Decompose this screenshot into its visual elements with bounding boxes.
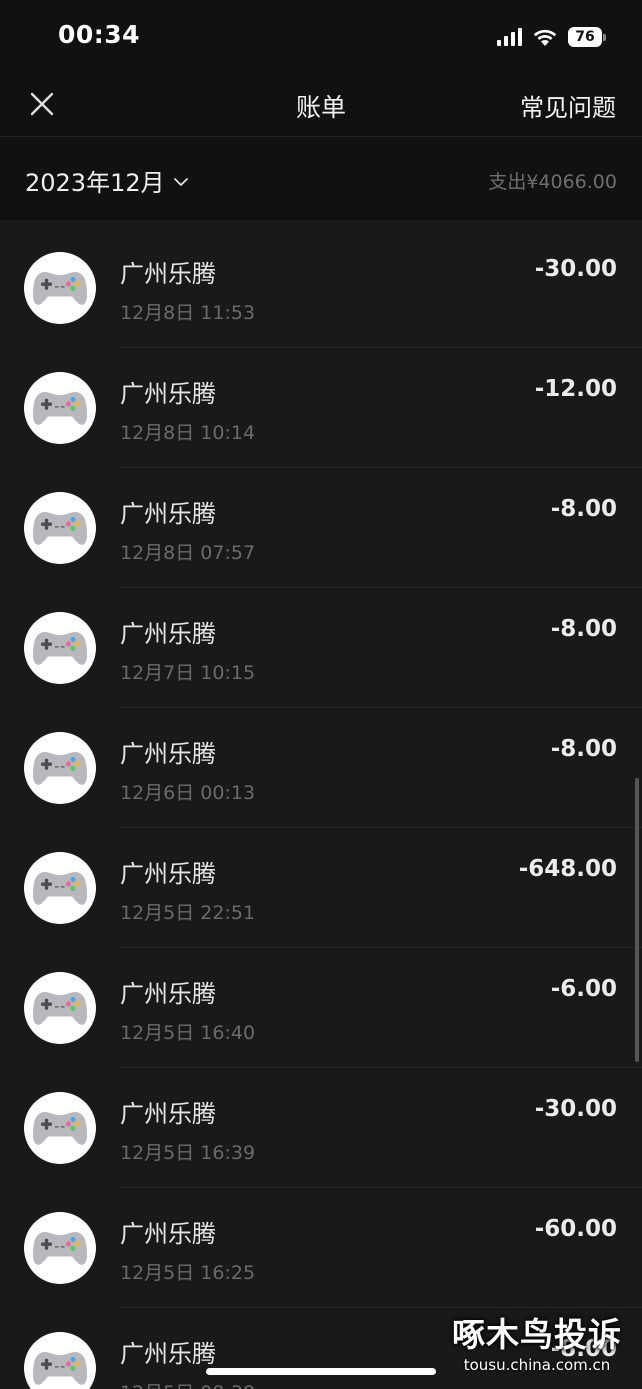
transaction-row[interactable]: 广州乐腾 12月5日 16:25 -60.00 bbox=[0, 1188, 642, 1308]
transaction-amount: -648.00 bbox=[518, 856, 617, 882]
gamepad-icon bbox=[32, 992, 88, 1025]
gamepad-icon bbox=[32, 512, 88, 545]
transaction-row[interactable]: 广州乐腾 12月6日 00:13 -8.00 bbox=[0, 708, 642, 828]
merchant-name: 广州乐腾 bbox=[120, 1220, 216, 1248]
transaction-amount: -6.00 bbox=[550, 976, 617, 1002]
month-bar: 2023年12月 支出¥4066.00 bbox=[0, 137, 642, 220]
gamepad-icon bbox=[32, 272, 88, 305]
transaction-row[interactable]: 广州乐腾 12月8日 07:57 -8.00 bbox=[0, 468, 642, 588]
status-icons: 76 bbox=[497, 24, 606, 50]
nav-bar: 账单 常见问题 bbox=[0, 72, 642, 137]
gamepad-icon bbox=[32, 752, 88, 785]
merchant-name: 广州乐腾 bbox=[120, 1340, 216, 1368]
scroll-indicator[interactable] bbox=[635, 778, 639, 1062]
merchant-name: 广州乐腾 bbox=[120, 620, 216, 648]
transaction-amount: -30.00 bbox=[534, 1096, 617, 1122]
transaction-datetime: 12月7日 10:15 bbox=[120, 662, 256, 684]
transaction-datetime: 12月5日 16:40 bbox=[120, 1022, 256, 1044]
cellular-signal-icon bbox=[497, 28, 522, 46]
transaction-row[interactable]: 广州乐腾 12月8日 10:14 -12.00 bbox=[0, 348, 642, 468]
merchant-avatar bbox=[24, 612, 96, 684]
merchant-avatar bbox=[24, 372, 96, 444]
chevron-down-icon bbox=[173, 177, 188, 186]
month-picker[interactable]: 2023年12月 bbox=[25, 163, 189, 198]
transaction-row[interactable]: 广州乐腾 12月5日 16:39 -30.00 bbox=[0, 1068, 642, 1188]
transaction-datetime: 12月5日 16:39 bbox=[120, 1142, 256, 1164]
transaction-row[interactable]: 广州乐腾 12月5日 22:51 -648.00 bbox=[0, 828, 642, 948]
transaction-datetime: 12月8日 10:14 bbox=[120, 422, 256, 444]
transaction-datetime: 12月8日 11:53 bbox=[120, 302, 256, 324]
transaction-amount: -30.00 bbox=[534, 256, 617, 282]
gamepad-icon bbox=[32, 1112, 88, 1145]
status-time: 00:34 bbox=[58, 20, 141, 49]
transaction-amount: -12.00 bbox=[534, 376, 617, 402]
gamepad-icon bbox=[32, 392, 88, 425]
transaction-datetime: 12月8日 07:57 bbox=[120, 542, 256, 564]
watermark-url: tousu.china.com.cn bbox=[463, 1356, 611, 1374]
merchant-avatar bbox=[24, 972, 96, 1044]
transaction-amount: -60.00 bbox=[534, 1216, 617, 1242]
gamepad-icon bbox=[32, 872, 88, 905]
transaction-amount: -8.00 bbox=[550, 496, 617, 522]
transaction-datetime: 12月5日 16:25 bbox=[120, 1262, 256, 1284]
merchant-avatar bbox=[24, 852, 96, 924]
transaction-datetime: 12月5日 22:51 bbox=[120, 902, 256, 924]
transaction-amount: -8.00 bbox=[550, 616, 617, 642]
gamepad-icon bbox=[32, 632, 88, 665]
merchant-avatar bbox=[24, 732, 96, 804]
month-label: 2023年12月 bbox=[25, 169, 165, 197]
merchant-avatar bbox=[24, 252, 96, 324]
transaction-row[interactable]: 广州乐腾 12月8日 11:53 -30.00 bbox=[0, 228, 642, 348]
merchant-avatar bbox=[24, 1212, 96, 1284]
watermark-title: 啄木鸟投诉 bbox=[452, 1315, 622, 1354]
gamepad-icon bbox=[32, 1232, 88, 1265]
merchant-avatar bbox=[24, 1092, 96, 1164]
merchant-name: 广州乐腾 bbox=[120, 980, 216, 1008]
merchant-avatar bbox=[24, 1332, 96, 1389]
merchant-name: 广州乐腾 bbox=[120, 380, 216, 408]
merchant-avatar bbox=[24, 492, 96, 564]
wifi-icon bbox=[533, 29, 557, 46]
spend-summary: 支出¥4066.00 bbox=[488, 171, 617, 193]
transaction-list[interactable]: 广州乐腾 12月8日 11:53 -30.00 广州乐腾 12月8日 10:14… bbox=[0, 228, 642, 1389]
merchant-name: 广州乐腾 bbox=[120, 260, 216, 288]
battery-level: 76 bbox=[575, 29, 595, 45]
transaction-datetime: 12月5日 08:38 bbox=[120, 1378, 255, 1389]
merchant-name: 广州乐腾 bbox=[120, 1100, 216, 1128]
gamepad-icon bbox=[32, 1352, 88, 1385]
faq-link[interactable]: 常见问题 bbox=[520, 88, 616, 123]
transaction-row[interactable]: 广州乐腾 12月5日 16:40 -6.00 bbox=[0, 948, 642, 1068]
battery-icon: 76 bbox=[568, 27, 606, 47]
home-indicator[interactable] bbox=[206, 1368, 436, 1375]
watermark: 啄木鸟投诉 tousu.china.com.cn bbox=[442, 1308, 632, 1374]
status-bar: 00:34 76 bbox=[0, 0, 642, 72]
merchant-name: 广州乐腾 bbox=[120, 740, 216, 768]
transaction-amount: -8.00 bbox=[550, 736, 617, 762]
transaction-row[interactable]: 广州乐腾 12月7日 10:15 -8.00 bbox=[0, 588, 642, 708]
transaction-datetime: 12月6日 00:13 bbox=[120, 782, 256, 804]
merchant-name: 广州乐腾 bbox=[120, 860, 216, 888]
merchant-name: 广州乐腾 bbox=[120, 500, 216, 528]
